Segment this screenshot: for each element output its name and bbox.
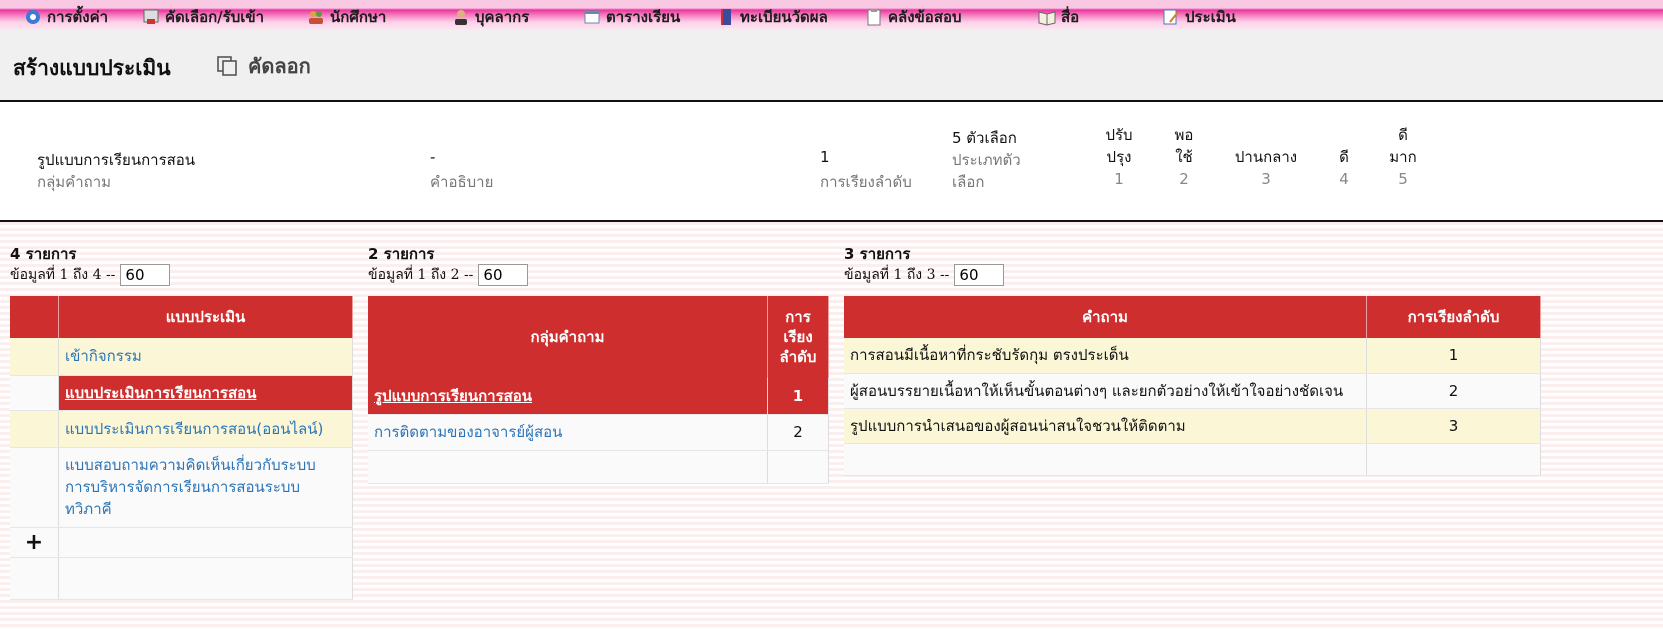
forms-table: แบบประเมิน เข้ากิจกรรม แบบประเมินการเรีย… <box>10 296 353 600</box>
table-row[interactable]: รูปแบบการนำเสนอของผู้สอนน่าสนใจชวนให้ติด… <box>844 408 1541 444</box>
add-row: + <box>10 527 353 558</box>
group-link[interactable]: การติดตามของอาจารย์ผู้สอน <box>374 423 562 441</box>
empty-row <box>368 450 829 484</box>
group-order: 1 <box>767 378 829 415</box>
table-row-selected[interactable]: รูปแบบการเรียนการสอน 1 <box>368 378 829 415</box>
choice-type-label-line2: เลือก <box>952 173 985 191</box>
form-link[interactable]: แบบประเมินการเรียนการสอน(ออนไลน์) <box>65 420 323 438</box>
question-text: การสอนมีเนื้อหาที่กระชับรัดกุม ตรงประเด็… <box>844 338 1367 374</box>
table-row[interactable]: เข้ากิจกรรม <box>10 338 353 376</box>
clipboard-icon <box>867 9 881 26</box>
copy-icon <box>217 56 237 76</box>
forms-pager: ข้อมูลที่ 1 ถึง 4 -- <box>10 264 171 286</box>
forms-header: แบบประเมิน <box>58 296 353 338</box>
groups-page-size-input[interactable] <box>478 264 529 286</box>
menu-staff[interactable]: บุคลากร <box>452 6 529 28</box>
question-order: 1 <box>1366 338 1541 374</box>
lists-area: 4 รายการ ข้อมูลที่ 1 ถึง 4 -- แบบประเมิน… <box>0 222 1663 629</box>
table-row[interactable]: แบบสอบถามความคิดเห็นเกี่ยวกับระบบ การบริห… <box>10 447 353 528</box>
questions-header-order: การเรียงลำดับ <box>1366 296 1541 338</box>
students-icon <box>309 11 323 24</box>
groups-header-name: กลุ่มคำถาม <box>368 296 768 378</box>
scale-choice-2: พอ ใช้ 2 <box>1174 126 1194 188</box>
menu-media[interactable]: สื่อ <box>1038 6 1079 28</box>
table-row[interactable]: แบบประเมินการเรียนการสอน(ออนไลน์) <box>10 410 353 448</box>
forms-header-blank <box>10 296 59 338</box>
group-label: กลุ่มคำถาม <box>37 173 112 191</box>
gear-icon <box>26 10 40 24</box>
menu-students[interactable]: นักศึกษา <box>307 6 386 28</box>
menu-evaluate[interactable]: ประเมิน <box>1162 6 1236 28</box>
book-icon <box>721 9 731 25</box>
table-row[interactable]: ผู้สอนบรรยายเนื้อหาให้เห็นขั้นตอนต่างๆ แ… <box>844 373 1541 409</box>
choice-type-label-line1: ประเภทตัว <box>952 151 1021 169</box>
questions-header-question: คำถาม <box>844 296 1367 338</box>
staff-icon <box>455 10 467 25</box>
title-bar: สร้างแบบประเมิน คัดลอก <box>0 30 1663 102</box>
questions-pager: ข้อมูลที่ 1 ถึง 3 -- <box>844 264 1005 286</box>
table-row[interactable]: การติดตามของอาจารย์ผู้สอน 2 <box>368 414 829 451</box>
menu-admission[interactable]: คัดเลือก/รับเข้า <box>142 6 264 28</box>
forms-page-size-input[interactable] <box>120 264 171 286</box>
question-order: 2 <box>1366 373 1541 409</box>
form-link[interactable]: เข้ากิจกรรม <box>65 347 142 365</box>
question-text: ผู้สอนบรรยายเนื้อหาให้เห็นขั้นตอนต่างๆ แ… <box>844 373 1367 409</box>
menu-registry[interactable]: ทะเบียนวัดผล <box>717 6 828 28</box>
scale-choice-4: ดี 4 <box>1339 148 1349 188</box>
empty-row <box>10 557 353 600</box>
menu-timetable[interactable]: ตารางเรียน <box>583 6 680 28</box>
question-groups-table: กลุ่มคำถาม การ เรียง ลำดับ รูปแบบการเรีย… <box>368 296 829 484</box>
group-order: 2 <box>767 414 829 451</box>
group-value: รูปแบบการเรียนการสอน <box>37 151 196 169</box>
menu-exam-bank[interactable]: คลังข้อสอบ <box>865 6 962 28</box>
groups-header-order: การ เรียง ลำดับ <box>767 296 829 378</box>
scale-choice-1: ปรับ ปรุง 1 <box>1105 126 1133 188</box>
questions-table: คำถาม การเรียงลำดับ การสอนมีเนื้อหาที่กร… <box>844 296 1541 476</box>
page-title: สร้างแบบประเมิน <box>13 56 171 80</box>
order-value: 1 <box>820 148 830 166</box>
empty-row <box>844 443 1541 476</box>
questions-page-size-input[interactable] <box>954 264 1005 286</box>
description-value: - <box>430 148 436 166</box>
open-book-icon <box>1038 11 1056 26</box>
forms-count: 4 รายการ <box>10 245 77 263</box>
evaluate-icon <box>1163 9 1179 25</box>
choice-type-value: 5 ตัวเลือก <box>952 129 1017 147</box>
top-menu-bar: การตั้งค่า คัดเลือก/รับเข้า นักศึกษา บุค… <box>0 0 1663 30</box>
admission-icon <box>143 9 159 24</box>
calendar-icon <box>584 10 600 24</box>
form-link[interactable]: แบบประเมินการเรียนการสอน <box>65 384 256 402</box>
question-order: 3 <box>1366 408 1541 444</box>
table-row-selected[interactable]: แบบประเมินการเรียนการสอน <box>10 375 353 411</box>
table-row[interactable]: การสอนมีเนื้อหาที่กระชับรัดกุม ตรงประเด็… <box>844 338 1541 374</box>
question-group-detail: รูปแบบการเรียนการสอน กลุ่มคำถาม - คำอธิบ… <box>0 102 1663 222</box>
scale-choice-5: ดี มาก 5 <box>1389 126 1417 188</box>
order-label: การเรียงลำดับ <box>820 173 912 191</box>
groups-pager: ข้อมูลที่ 1 ถึง 2 -- <box>368 264 529 286</box>
scale-choice-3: ปานกลาง 3 <box>1234 148 1298 188</box>
questions-count: 3 รายการ <box>844 245 911 263</box>
add-button[interactable]: + <box>10 527 59 558</box>
description-label: คำอธิบาย <box>430 173 494 191</box>
copy-button[interactable]: คัดลอก <box>216 50 311 82</box>
question-text: รูปแบบการนำเสนอของผู้สอนน่าสนใจชวนให้ติด… <box>844 408 1367 444</box>
form-link[interactable]: แบบสอบถามความคิดเห็นเกี่ยวกับระบบ การบริห… <box>65 456 316 518</box>
group-link[interactable]: รูปแบบการเรียนการสอน <box>374 387 532 405</box>
groups-count: 2 รายการ <box>368 245 435 263</box>
menu-settings[interactable]: การตั้งค่า <box>24 6 108 28</box>
